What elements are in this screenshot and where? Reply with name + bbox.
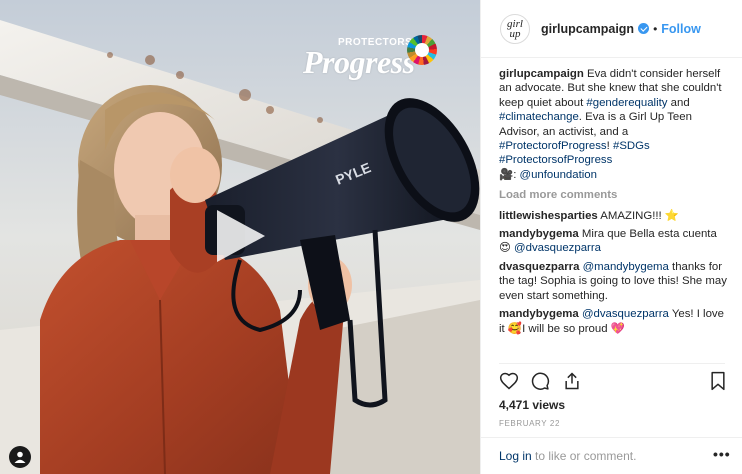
hashtag-climatechange[interactable]: #climatechange xyxy=(499,111,579,123)
share-icon xyxy=(565,372,579,390)
login-divider xyxy=(481,437,742,438)
share-button[interactable] xyxy=(562,371,582,396)
action-bar xyxy=(499,371,729,393)
comment-mention[interactable]: @mandybygema xyxy=(583,261,669,273)
sdg-wheel-icon xyxy=(407,35,437,65)
actions-divider xyxy=(499,363,725,364)
comment-item: dvasquezparra @mandybygema thanks for th… xyxy=(499,260,731,303)
post-header: girl up girlupcampaign • Follow xyxy=(481,0,742,58)
avatar-text: girl up xyxy=(507,17,523,40)
comment-item: mandybygema Mira que Bella esta cuenta 😍 … xyxy=(499,227,731,256)
caption-text-2: and xyxy=(667,96,690,109)
load-more-comments-button[interactable]: Load more comments xyxy=(499,188,731,202)
sparkling-heart-icon: 💖 xyxy=(610,322,625,335)
comment-username[interactable]: mandybygema xyxy=(499,228,579,240)
avatar[interactable]: girl up xyxy=(500,13,530,44)
comment-item: littlewishesparties AMAZING!!! ⭐ xyxy=(499,209,731,223)
bookmark-icon xyxy=(711,371,725,391)
header-dot-separator: • xyxy=(653,21,658,36)
play-icon xyxy=(217,210,265,262)
heart-icon xyxy=(499,372,519,390)
post-media[interactable]: PYLE PROTECTORS of Progress xyxy=(0,0,480,474)
hashtag-sdgs[interactable]: #SDGs xyxy=(613,140,650,152)
mention-unfoundation[interactable]: @unfoundation xyxy=(520,169,597,181)
star-icon: ⭐ xyxy=(664,209,680,222)
comment-username[interactable]: dvasquezparra xyxy=(499,261,579,273)
heart-eyes-icon: 😍 xyxy=(499,242,511,255)
like-button[interactable] xyxy=(499,371,519,396)
video-camera-icon: 🎥 xyxy=(499,168,514,181)
caption-username[interactable]: girlupcampaign xyxy=(499,68,584,80)
login-prompt-text: to like or comment. xyxy=(531,449,637,463)
user-tag-button[interactable] xyxy=(9,446,31,468)
comment-mention[interactable]: @dvasquezparra xyxy=(514,242,601,254)
hashtag-genderequality[interactable]: #genderequality xyxy=(586,97,667,109)
comment-text: Mira que Bella esta cuenta xyxy=(578,228,717,241)
save-button[interactable] xyxy=(709,371,727,396)
hashtag-protectorsofprogress[interactable]: #ProtectorsofProgress xyxy=(499,154,612,166)
header-username[interactable]: girlupcampaign xyxy=(541,22,634,36)
post-date[interactable]: FEBRUARY 22 xyxy=(499,419,560,428)
comment-button[interactable] xyxy=(530,371,550,396)
views-count[interactable]: 4,471 views xyxy=(499,398,565,412)
caption: girlupcampaign Eva didn't consider herse… xyxy=(499,67,731,182)
login-link[interactable]: Log in xyxy=(499,449,532,463)
comment-item: mandybygema @dvasquezparra Yes! I love i… xyxy=(499,307,731,336)
comment-mention[interactable]: @dvasquezparra xyxy=(582,308,669,320)
verified-badge-icon xyxy=(638,23,650,34)
more-options-icon[interactable]: ••• xyxy=(713,446,731,462)
follow-button[interactable]: Follow xyxy=(661,22,701,36)
comments-section: girlupcampaign Eva didn't consider herse… xyxy=(499,67,731,340)
overlay-logo-title: Progress xyxy=(303,44,415,80)
comment-text: AMAZING!!! xyxy=(597,209,665,222)
comment-text-2: I will be so proud xyxy=(522,322,611,335)
comment-icon xyxy=(531,372,550,390)
user-tag-icon xyxy=(14,451,26,463)
login-prompt: Log in to like or comment. xyxy=(499,449,636,463)
comment-username[interactable]: mandybygema xyxy=(499,308,579,320)
hashtag-protectorofprogress[interactable]: #ProtectorofProgress xyxy=(499,140,607,152)
post-side-panel: girl up girlupcampaign • Follow girlupca… xyxy=(480,0,742,474)
smiling-hearts-icon: 🥰 xyxy=(507,322,523,335)
comment-username[interactable]: littlewishesparties xyxy=(499,210,598,222)
play-button[interactable] xyxy=(213,206,269,266)
